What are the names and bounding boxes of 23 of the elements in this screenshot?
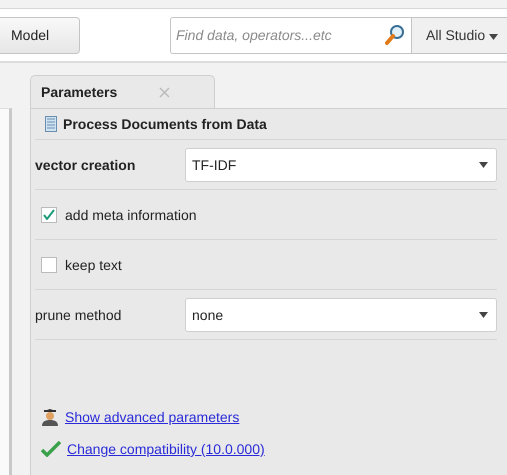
checkbox-label: add meta information	[65, 206, 197, 222]
checkmark-icon	[41, 441, 61, 457]
checkbox[interactable]	[41, 206, 57, 222]
checkbox[interactable]	[41, 256, 57, 272]
link[interactable]: Show advanced parameters	[65, 409, 240, 425]
caret-icon	[489, 34, 498, 40]
search-icon[interactable]	[385, 24, 405, 46]
person-icon	[41, 408, 59, 426]
document-icon	[45, 116, 57, 132]
caret-icon	[479, 312, 488, 318]
parameter-label: prune method	[35, 306, 122, 322]
parameter-label: vector creation	[35, 156, 136, 172]
parameter-dropdown[interactable]: none	[185, 298, 497, 332]
tab-label: Parameters	[41, 84, 118, 100]
parameters-tab[interactable]: Parameters	[30, 75, 215, 108]
model-button[interactable]: Model	[0, 16, 80, 54]
scope-dropdown[interactable]: All Studio	[411, 16, 507, 54]
checkbox-label: keep text	[65, 256, 122, 272]
parameter-dropdown[interactable]: TF-IDF	[185, 148, 497, 182]
caret-icon	[479, 162, 488, 168]
link[interactable]: Change compatibility (10.0.000)	[67, 441, 265, 457]
operator-title: Process Documents from Data	[63, 116, 267, 132]
search-field[interactable]: Find data, operators...etc	[170, 16, 411, 54]
